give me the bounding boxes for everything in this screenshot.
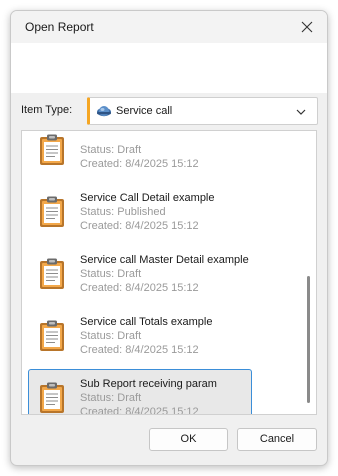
close-button[interactable]	[295, 15, 319, 39]
service-call-icon	[97, 106, 111, 117]
report-title: Service call Totals example	[80, 316, 213, 328]
report-list-item[interactable]: Sub Report receiving param Status: Draft C…	[28, 369, 252, 415]
clipboard-icon	[39, 134, 65, 166]
report-title: Service Call Detail example	[80, 192, 215, 204]
header-banner	[11, 43, 327, 93]
report-list-items: Status: Draft Created: 8/4/2025 15:12 Serv…	[22, 131, 302, 415]
scroll-thumb[interactable]	[307, 276, 310, 403]
report-status: Status: Draft	[80, 392, 142, 404]
item-type-value: Service call	[116, 105, 173, 117]
report-created-date: Created: 8/4/2025 15:12	[80, 158, 199, 170]
window-title: Open Report	[25, 20, 94, 34]
report-title: Sub Report receiving param	[80, 378, 217, 390]
title-bar: Open Report	[11, 11, 327, 43]
report-created-date: Created: 8/4/2025 15:12	[80, 406, 199, 415]
report-list-item[interactable]: Status: Draft Created: 8/4/2025 15:12	[28, 131, 252, 183]
item-type-select[interactable]: Service call	[87, 97, 318, 125]
clipboard-icon	[39, 382, 65, 414]
item-type-label: Item Type:	[21, 104, 73, 116]
ok-button[interactable]: OK	[149, 428, 228, 451]
clipboard-icon	[39, 196, 65, 228]
open-report-dialog: Open Report Item Type: Service call Stat…	[10, 10, 328, 466]
report-list-item[interactable]: Service Call Detail example Status: Publi…	[28, 183, 252, 245]
report-status: Status: Draft	[80, 144, 142, 156]
report-status: Status: Published	[80, 206, 166, 218]
report-title: Service call Master Detail example	[80, 254, 249, 266]
report-status: Status: Draft	[80, 268, 142, 280]
report-created-date: Created: 8/4/2025 15:12	[80, 344, 199, 356]
chevron-down-icon	[296, 109, 306, 115]
cancel-button[interactable]: Cancel	[237, 428, 317, 451]
report-list[interactable]: Status: Draft Created: 8/4/2025 15:12 Serv…	[21, 130, 317, 415]
report-list-item[interactable]: Service call Master Detail example Status…	[28, 245, 252, 307]
close-icon	[301, 21, 313, 33]
clipboard-icon	[39, 258, 65, 290]
report-status: Status: Draft	[80, 330, 142, 342]
report-list-item[interactable]: Service call Totals example Status: Draft…	[28, 307, 252, 369]
vertical-scrollbar[interactable]	[302, 131, 316, 414]
report-created-date: Created: 8/4/2025 15:12	[80, 282, 199, 294]
clipboard-icon	[39, 320, 65, 352]
report-created-date: Created: 8/4/2025 15:12	[80, 220, 199, 232]
